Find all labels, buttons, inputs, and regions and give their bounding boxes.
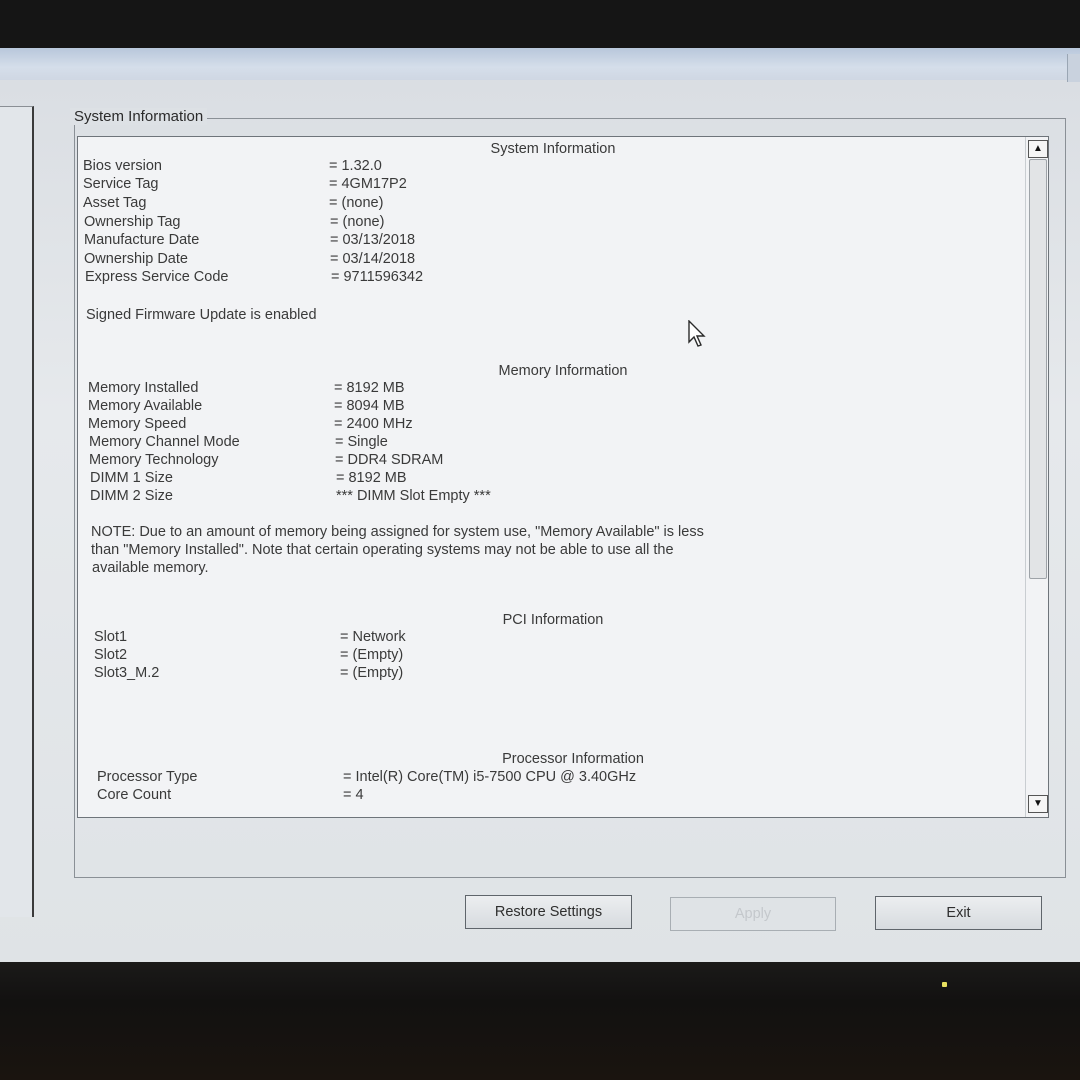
memory-note-line-1: NOTE: Due to an amount of memory being a… <box>91 524 704 540</box>
row-value: = 03/14/2018 <box>330 251 416 267</box>
row-value: = 9711596342 <box>331 269 424 285</box>
bios-screen: System Information System Information Bi… <box>0 48 1080 964</box>
row-value: = 8094 MB <box>334 398 405 414</box>
info-content: System Information Bios version = 1.32.0… <box>78 137 1028 817</box>
processor-info-heading: Processor Information <box>502 751 644 767</box>
row-value: *** DIMM Slot Empty *** <box>336 488 491 504</box>
row-label: DIMM 2 Size <box>90 488 173 504</box>
system-information-panel[interactable]: System Information Bios version = 1.32.0… <box>77 136 1049 818</box>
row-label: Memory Channel Mode <box>89 434 240 450</box>
exit-button[interactable]: Exit <box>875 896 1042 930</box>
row-value: = 8192 MB <box>336 470 407 486</box>
scroll-down-arrow-icon[interactable]: ▼ <box>1028 795 1048 813</box>
mouse-pointer-icon <box>688 320 706 347</box>
row-label: Core Count <box>97 787 172 803</box>
row-label: Service Tag <box>83 176 159 192</box>
vertical-scrollbar[interactable]: ▲ ▼ <box>1025 137 1048 817</box>
row-label: Express Service Code <box>85 269 229 285</box>
scrollbar-thumb[interactable] <box>1029 159 1047 579</box>
apply-button[interactable]: Apply <box>670 897 836 931</box>
row-label: Memory Available <box>88 398 203 414</box>
row-value: = DDR4 SDRAM <box>335 452 444 468</box>
row-label: Ownership Tag <box>84 214 181 230</box>
row-value: = 4GM17P2 <box>329 176 407 192</box>
row-value: = 1.32.0 <box>329 158 382 174</box>
row-label: Bios version <box>83 158 162 174</box>
memory-info-heading: Memory Information <box>498 363 628 379</box>
row-value: = 8192 MB <box>334 380 405 396</box>
row-value: = Single <box>335 434 388 450</box>
system-info-heading: System Information <box>490 141 616 157</box>
row-value: = 2400 MHz <box>334 416 413 432</box>
memory-note-line-2: than "Memory Installed". Note that certa… <box>91 542 674 558</box>
scroll-up-arrow-icon[interactable]: ▲ <box>1028 140 1048 158</box>
row-label: Ownership Date <box>84 251 188 267</box>
row-label: Memory Installed <box>88 380 199 396</box>
firmware-status-text: Signed Firmware Update is enabled <box>86 307 317 323</box>
group-title: System Information <box>70 108 208 125</box>
power-led-icon <box>942 982 947 987</box>
settings-tree-panel[interactable] <box>0 106 34 917</box>
restore-settings-button[interactable]: Restore Settings <box>465 895 632 929</box>
row-value: = (none) <box>330 214 385 230</box>
row-value: = (Empty) <box>340 665 404 681</box>
row-value: = (Empty) <box>340 647 404 663</box>
monitor-bezel-bottom <box>0 962 1080 1080</box>
row-label: Memory Technology <box>89 452 219 468</box>
row-label: DIMM 1 Size <box>90 470 173 486</box>
row-value: = (none) <box>329 195 384 211</box>
row-label: Memory Speed <box>88 416 187 432</box>
monitor-bezel-top <box>0 0 1080 50</box>
memory-note-line-3: available memory. <box>92 560 209 576</box>
row-label: Slot3_M.2 <box>94 665 160 681</box>
row-value: = 03/13/2018 <box>330 232 416 248</box>
row-value: = 4 <box>343 787 364 803</box>
row-label: Manufacture Date <box>84 232 200 248</box>
row-label: Processor Type <box>97 769 198 785</box>
row-label: Slot2 <box>94 647 128 663</box>
pci-info-heading: PCI Information <box>502 612 604 628</box>
row-label: Asset Tag <box>83 195 147 211</box>
row-value: = Intel(R) Core(TM) i5-7500 CPU @ 3.40GH… <box>343 769 637 785</box>
row-label: Slot1 <box>94 629 128 645</box>
window-titlebar <box>0 48 1080 82</box>
titlebar-scroll-edge <box>1067 54 1080 82</box>
row-value: = Network <box>340 629 406 645</box>
